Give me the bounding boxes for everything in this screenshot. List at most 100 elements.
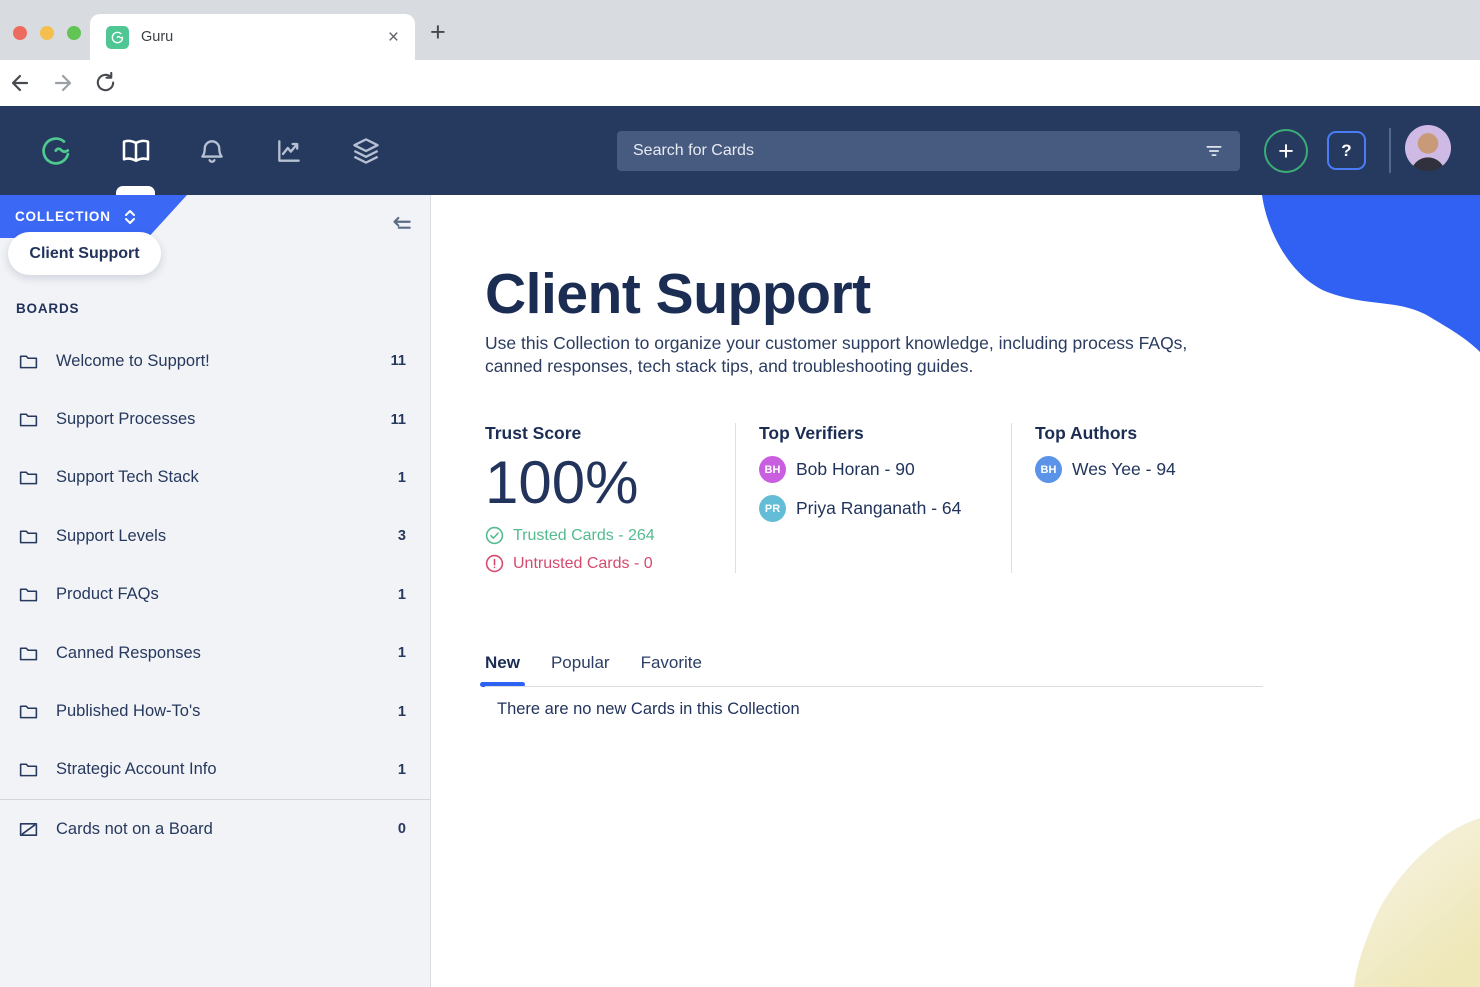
- tab-new[interactable]: New: [485, 653, 520, 673]
- empty-state-message: There are no new Cards in this Collectio…: [497, 700, 800, 719]
- folder-icon: [18, 467, 39, 488]
- folder-icon: [18, 759, 39, 780]
- page-description: Use this Collection to organize your cus…: [485, 332, 1247, 378]
- notifications-bell-icon[interactable]: [198, 136, 227, 165]
- board-count: 0: [398, 821, 406, 837]
- board-list: Welcome to Support! 11 Support Processes…: [0, 332, 430, 859]
- boards-section-label: BOARDS: [16, 301, 79, 316]
- forward-icon[interactable]: [51, 71, 75, 95]
- tab-popular[interactable]: Popular: [551, 653, 610, 673]
- board-count: 1: [398, 587, 406, 603]
- folder-icon: [18, 351, 39, 372]
- window-controls: [13, 26, 81, 40]
- board-count: 11: [391, 412, 406, 428]
- verifier-row[interactable]: PR Priya Ranganath - 64: [759, 495, 1011, 522]
- nav-divider: [1389, 128, 1391, 173]
- no-board-icon: [18, 819, 39, 840]
- collection-main: Client Support Use this Collection to or…: [432, 195, 1480, 987]
- tab-title: Guru: [141, 29, 376, 45]
- analytics-chart-icon[interactable]: [275, 136, 304, 165]
- browser-tab-strip: Guru × +: [0, 0, 1480, 60]
- folder-icon: [18, 643, 39, 664]
- author-avatar: BH: [1035, 456, 1062, 483]
- board-label: Support Levels: [56, 527, 381, 546]
- author-row[interactable]: BH Wes Yee - 94: [1035, 456, 1251, 483]
- minimize-window-button[interactable]: [40, 26, 54, 40]
- board-count: 1: [398, 704, 406, 720]
- knowledge-book-icon[interactable]: [120, 135, 152, 167]
- top-verifiers-heading: Top Verifiers: [759, 423, 1011, 444]
- collection-sidebar: COLLECTION Client Support BOARDS Welcome…: [0, 195, 431, 987]
- browser-tab[interactable]: Guru ×: [90, 14, 415, 60]
- board-item[interactable]: Product FAQs 1: [0, 566, 430, 624]
- active-nav-indicator: [116, 186, 155, 195]
- untrusted-cards-label: Untrusted Cards - 0: [513, 555, 653, 573]
- board-item[interactable]: Canned Responses 1: [0, 624, 430, 682]
- board-label: Product FAQs: [56, 585, 381, 604]
- decorative-cream-blob: [1340, 810, 1480, 987]
- search-placeholder: Search for Cards: [633, 142, 1194, 160]
- verifier-row[interactable]: BH Bob Horan - 90: [759, 456, 1011, 483]
- browser-toolbar: app.getguru.com/collections h: [0, 60, 1480, 106]
- new-tab-button[interactable]: +: [430, 17, 446, 48]
- close-window-button[interactable]: [13, 26, 27, 40]
- top-authors-section: Top Authors BH Wes Yee - 94: [1011, 423, 1251, 573]
- board-item[interactable]: Support Levels 3: [0, 507, 430, 565]
- folder-icon: [18, 584, 39, 605]
- board-item[interactable]: Support Processes 11: [0, 390, 430, 448]
- trust-score-heading: Trust Score: [485, 423, 735, 444]
- browser-window: Guru × + app.getguru.com/collections: [0, 0, 1480, 987]
- board-count: 3: [398, 528, 406, 544]
- tab-favorite[interactable]: Favorite: [641, 653, 702, 673]
- folder-icon: [18, 701, 39, 722]
- user-avatar[interactable]: [1405, 125, 1451, 171]
- app-nav-bar: Search for Cards + ?: [0, 106, 1480, 195]
- collections-layers-icon[interactable]: [351, 135, 382, 166]
- collection-label: COLLECTION: [15, 209, 111, 224]
- collection-name-pill[interactable]: Client Support: [8, 232, 161, 275]
- board-label: Support Tech Stack: [56, 468, 381, 487]
- chevron-updown-icon: [123, 209, 137, 225]
- reload-icon[interactable]: [94, 71, 118, 95]
- back-icon[interactable]: [8, 71, 32, 95]
- untrusted-cards-line[interactable]: Untrusted Cards - 0: [485, 554, 735, 573]
- board-label: Support Processes: [56, 410, 374, 429]
- collection-stats: Trust Score 100% Trusted Cards - 264 Unt…: [485, 423, 1251, 573]
- zoom-window-button[interactable]: [67, 26, 81, 40]
- trusted-cards-label: Trusted Cards - 264: [513, 527, 655, 545]
- board-label: Strategic Account Info: [56, 760, 381, 779]
- decorative-blue-blob: [1260, 195, 1480, 355]
- check-circle-icon: [485, 526, 504, 545]
- search-input[interactable]: Search for Cards: [617, 131, 1240, 171]
- trust-score-value: 100%: [485, 448, 735, 517]
- board-label: Cards not on a Board: [56, 820, 381, 839]
- help-button[interactable]: ?: [1327, 131, 1366, 170]
- top-authors-heading: Top Authors: [1035, 423, 1251, 444]
- board-item[interactable]: Welcome to Support! 11: [0, 332, 430, 390]
- board-count: 1: [398, 762, 406, 778]
- board-item[interactable]: Strategic Account Info 1: [0, 741, 430, 799]
- create-card-button[interactable]: +: [1264, 129, 1308, 173]
- trusted-cards-line[interactable]: Trusted Cards - 264: [485, 526, 735, 545]
- folder-icon: [18, 526, 39, 547]
- board-item[interactable]: Support Tech Stack 1: [0, 449, 430, 507]
- guru-logo-icon[interactable]: [38, 133, 74, 169]
- search-filter-icon[interactable]: [1204, 141, 1224, 161]
- tabs-divider: [485, 686, 1263, 687]
- board-label: Published How-To's: [56, 702, 381, 721]
- collapse-sidebar-icon[interactable]: [388, 212, 414, 238]
- board-count: 11: [391, 353, 406, 369]
- page-title: Client Support: [485, 261, 871, 327]
- tab-close-icon[interactable]: ×: [388, 28, 399, 47]
- card-list-tabs: New Popular Favorite: [485, 653, 702, 673]
- top-verifiers-section: Top Verifiers BH Bob Horan - 90 PR Priya…: [735, 423, 1011, 573]
- alert-circle-icon: [485, 554, 504, 573]
- folder-icon: [18, 409, 39, 430]
- verifier-avatar: PR: [759, 495, 786, 522]
- board-item[interactable]: Published How-To's 1: [0, 682, 430, 740]
- cards-not-on-board-item[interactable]: Cards not on a Board 0: [0, 800, 430, 858]
- verifier-label: Priya Ranganath - 64: [796, 498, 961, 519]
- board-label: Canned Responses: [56, 644, 381, 663]
- verifier-avatar: BH: [759, 456, 786, 483]
- author-label: Wes Yee - 94: [1072, 459, 1176, 480]
